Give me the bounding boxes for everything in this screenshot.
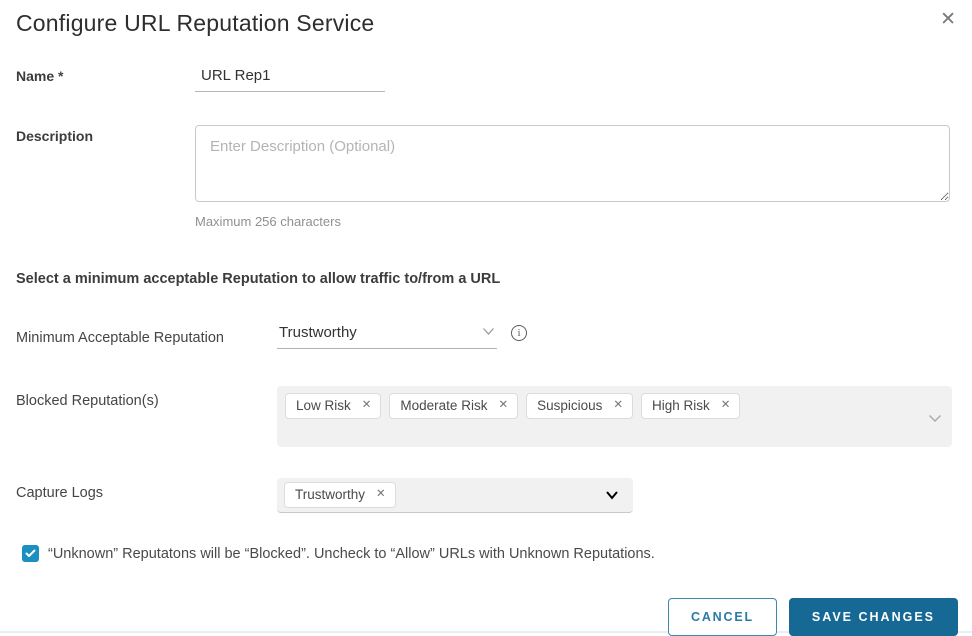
reputation-chip: Trustworthy ✕: [284, 482, 396, 508]
reputation-chip: Low Risk ✕: [285, 393, 382, 419]
chip-remove-icon[interactable]: ✕: [376, 488, 386, 501]
description-field-row: Description Maximum 256 characters: [0, 125, 972, 229]
chip-remove-icon[interactable]: ✕: [613, 399, 623, 412]
description-label: Description: [16, 128, 94, 144]
capture-logs-chips: Trustworthy ✕: [284, 482, 404, 508]
chip-remove-icon[interactable]: ✕: [362, 399, 372, 412]
unknown-reputation-checkbox[interactable]: [22, 545, 39, 562]
blocked-reputations-row: Blocked Reputation(s) Low Risk ✕ Moderat…: [0, 386, 972, 447]
unknown-reputation-checkbox-label: “Unknown” Reputatons will be “Blocked”. …: [48, 545, 655, 562]
dialog-header: Configure URL Reputation Service ✕: [0, 0, 972, 37]
chip-label: Low Risk: [296, 398, 351, 413]
chip-remove-icon[interactable]: ✕: [498, 399, 508, 412]
close-icon[interactable]: ✕: [938, 8, 958, 31]
chevron-down-icon: [482, 323, 495, 341]
description-textarea[interactable]: [195, 125, 950, 202]
configure-url-reputation-dialog: Configure URL Reputation Service ✕ Name …: [0, 0, 972, 636]
dialog-footer: CANCEL SAVE CHANGES: [0, 598, 972, 636]
description-field: Maximum 256 characters: [195, 125, 956, 229]
info-icon[interactable]: i: [511, 325, 527, 341]
section-heading: Select a minimum acceptable Reputation t…: [16, 271, 501, 287]
chip-remove-icon[interactable]: ✕: [721, 399, 731, 412]
description-helper-text: Maximum 256 characters: [195, 214, 341, 229]
name-input[interactable]: [195, 65, 385, 92]
blocked-reputations-chips: Low Risk ✕ Moderate Risk ✕ Suspicious ✕: [285, 393, 922, 425]
chip-label: Trustworthy: [295, 487, 366, 502]
name-label-text: Name: [16, 68, 55, 84]
reputation-chip: Moderate Risk ✕: [389, 393, 519, 419]
chip-label: High Risk: [652, 398, 710, 413]
unknown-reputation-row: “Unknown” Reputatons will be “Blocked”. …: [0, 545, 972, 562]
capture-logs-row: Capture Logs Trustworthy ✕: [0, 478, 972, 513]
blocked-reputations-select[interactable]: Low Risk ✕ Moderate Risk ✕ Suspicious ✕: [277, 386, 952, 447]
page-title: Configure URL Reputation Service: [16, 10, 375, 36]
minimum-reputation-label: Minimum Acceptable Reputation: [16, 330, 224, 346]
minimum-reputation-row: Minimum Acceptable Reputation Trustworth…: [0, 323, 972, 349]
checkmark-icon: [25, 549, 36, 557]
reputation-chip: Suspicious ✕: [526, 393, 634, 419]
blocked-reputations-label: Blocked Reputation(s): [16, 393, 159, 409]
capture-logs-label: Capture Logs: [16, 485, 104, 501]
chevron-down-icon: [928, 410, 942, 428]
chip-label: Moderate Risk: [400, 398, 488, 413]
minimum-reputation-value: Trustworthy: [279, 323, 357, 341]
minimum-reputation-select[interactable]: Trustworthy: [277, 323, 497, 349]
reputation-chip: High Risk ✕: [641, 393, 741, 419]
required-marker: *: [58, 68, 64, 84]
name-label: Name *: [16, 65, 195, 86]
name-field-row: Name *: [0, 65, 972, 92]
save-changes-button[interactable]: SAVE CHANGES: [788, 598, 958, 636]
chevron-down-icon: [605, 490, 619, 500]
cancel-button[interactable]: CANCEL: [668, 598, 777, 636]
chip-label: Suspicious: [537, 398, 603, 413]
capture-logs-select[interactable]: Trustworthy ✕: [277, 478, 633, 513]
